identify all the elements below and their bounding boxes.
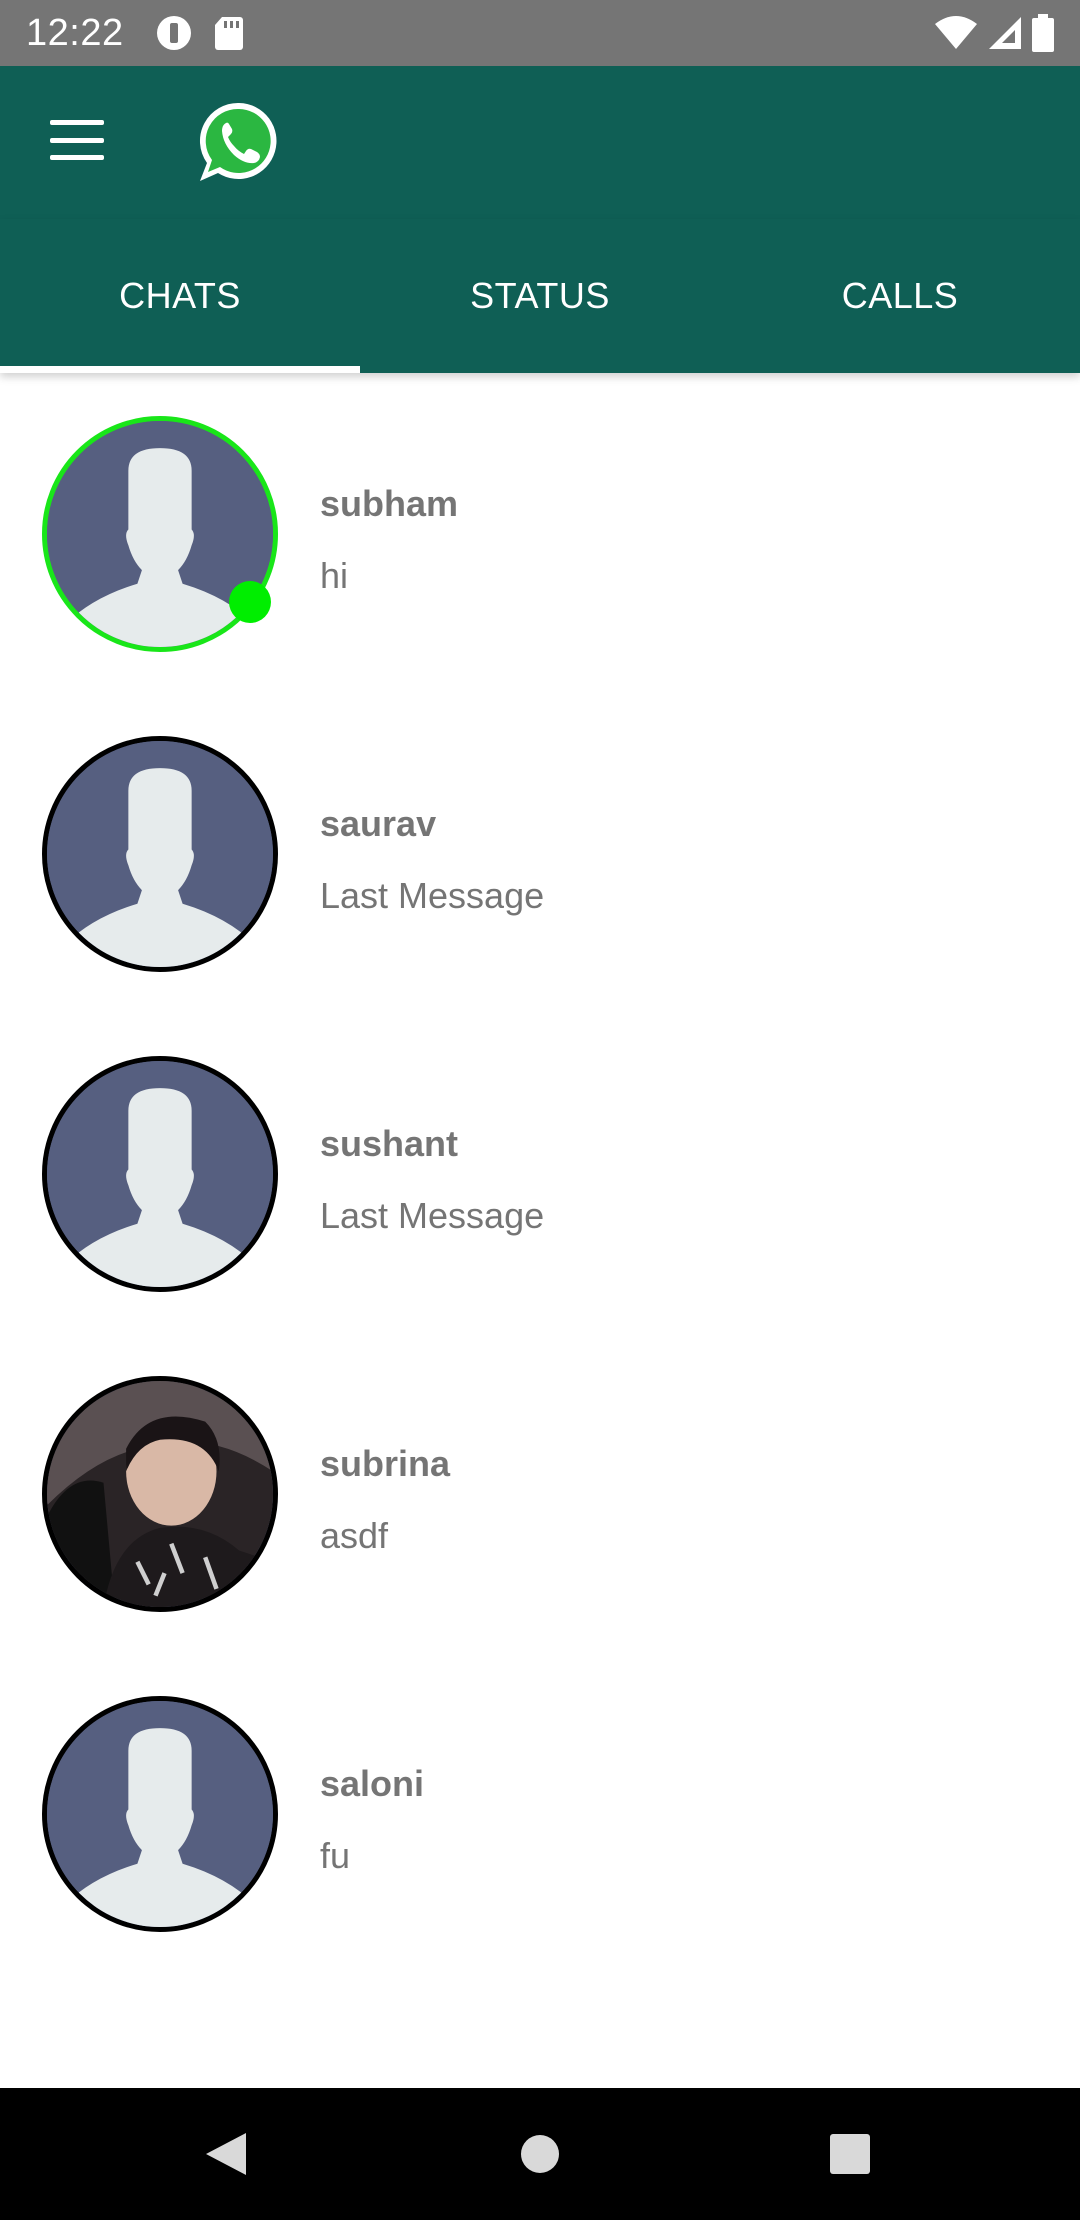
battery-icon xyxy=(1032,14,1054,52)
screen: 12:22 CHATS STATUS CALLS subham hi saura… xyxy=(0,0,1080,2220)
avatar[interactable] xyxy=(42,1696,278,1932)
chat-item-subham[interactable]: subham hi xyxy=(0,373,1080,693)
chat-item-saloni[interactable]: saloni fu xyxy=(0,1653,1080,1973)
sd-card-icon xyxy=(214,17,243,50)
data-saver-icon xyxy=(156,16,191,50)
chat-last-message: hi xyxy=(320,555,349,596)
chat-item-sushant[interactable]: sushant Last Message xyxy=(0,1013,1080,1333)
system-nav-bar xyxy=(0,2088,1080,2220)
default-avatar-icon xyxy=(47,1701,273,1927)
selected-tab-indicator xyxy=(0,366,360,373)
tab-calls-label: CALLS xyxy=(841,275,959,316)
chat-name: subrina xyxy=(320,1443,451,1484)
recents-icon[interactable] xyxy=(830,2134,870,2174)
default-avatar-icon xyxy=(47,1061,273,1287)
back-icon[interactable] xyxy=(204,2131,248,2177)
chat-last-message: Last Message xyxy=(320,875,545,916)
status-left-icons xyxy=(156,15,244,51)
default-avatar-icon xyxy=(47,741,273,967)
tab-status-label: STATUS xyxy=(470,275,610,316)
avatar[interactable] xyxy=(42,1376,278,1612)
chat-last-message: Last Message xyxy=(320,1195,545,1236)
chat-name: saurav xyxy=(320,803,437,844)
online-status-dot xyxy=(229,581,271,623)
status-right-icons xyxy=(934,14,1054,52)
tab-status[interactable]: STATUS xyxy=(360,219,720,373)
whatsapp-logo-icon xyxy=(199,102,277,181)
tab-bar: CHATS STATUS CALLS xyxy=(0,219,1080,373)
home-icon[interactable] xyxy=(520,2134,560,2174)
chat-name: saloni xyxy=(320,1763,425,1804)
signal-icon xyxy=(989,17,1021,49)
wifi-icon xyxy=(935,16,977,49)
status-time: 12:22 xyxy=(26,11,124,54)
tab-chats-label: CHATS xyxy=(119,275,241,316)
chat-last-message: fu xyxy=(320,1835,351,1876)
tab-calls[interactable]: CALLS xyxy=(720,219,1080,373)
chat-list: subham hi saurav Last Message sushant La xyxy=(0,373,1080,1973)
photo-avatar-icon xyxy=(47,1381,273,1607)
chat-item-saurav[interactable]: saurav Last Message xyxy=(0,693,1080,1013)
chat-name: subham xyxy=(320,483,459,524)
hamburger-menu-icon[interactable] xyxy=(50,120,104,160)
chat-name: sushant xyxy=(320,1123,459,1164)
chat-last-message: asdf xyxy=(320,1515,389,1556)
avatar[interactable] xyxy=(42,1056,278,1292)
status-bar: 12:22 xyxy=(0,0,1080,66)
avatar[interactable] xyxy=(42,736,278,972)
tab-chats[interactable]: CHATS xyxy=(0,219,360,373)
chat-item-subrina[interactable]: subrina asdf xyxy=(0,1333,1080,1653)
app-bar xyxy=(0,66,1080,219)
